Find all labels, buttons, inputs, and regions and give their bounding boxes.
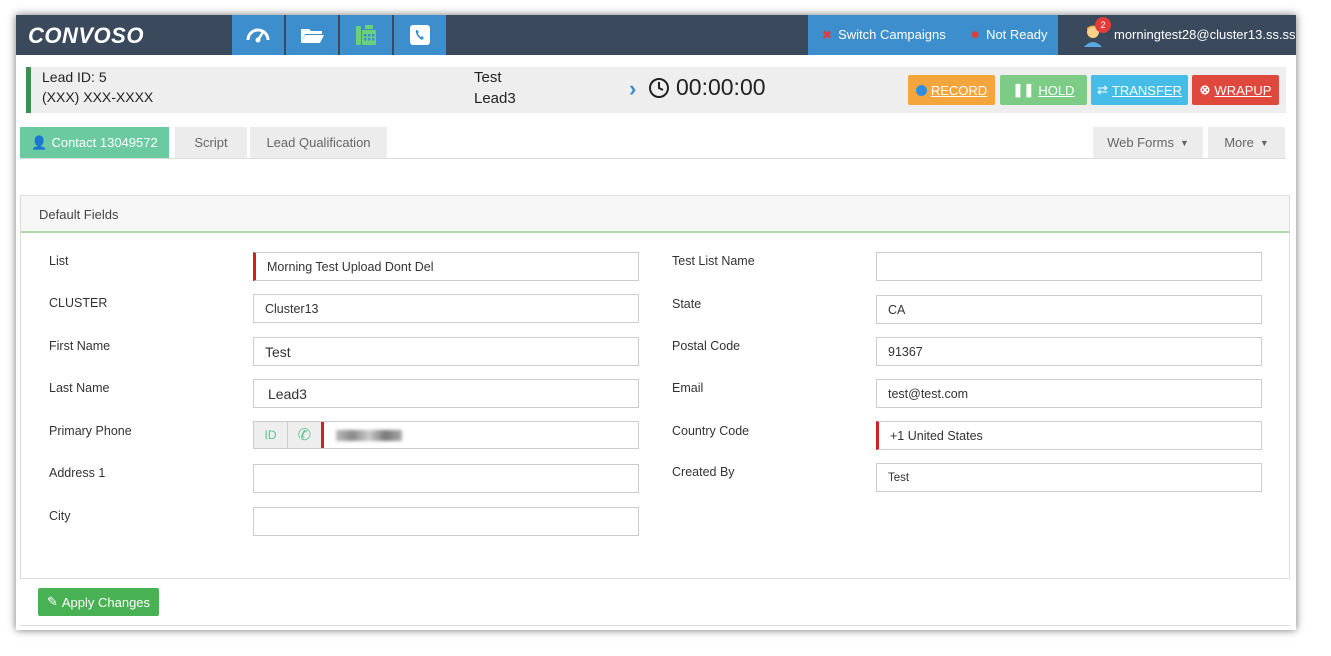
footer-divider [20, 625, 1290, 626]
chevron-right-icon: › [629, 76, 637, 101]
not-ready-status[interactable]: ✹ Not Ready [970, 27, 1047, 42]
tab-divider [20, 158, 1286, 159]
top-navbar: CONVOSO ✖ Switch Campaigns ✹ Not Ready 2 m… [16, 15, 1296, 55]
field-label-list: List [49, 254, 69, 268]
convoso-logo: CONVOSO [28, 23, 144, 48]
city-field[interactable] [253, 507, 639, 536]
lead-first-name: Test [474, 69, 502, 86]
panel-title: Default Fields [39, 207, 119, 222]
nav-actions: ✖ Switch Campaigns ✹ Not Ready [808, 15, 1058, 55]
lead-last-name: Lead3 [474, 90, 516, 107]
field-label-postal-code: Postal Code [672, 339, 741, 353]
created-by-field[interactable]: Test [876, 463, 1262, 492]
phone-call-icon[interactable]: ✆ [288, 422, 324, 448]
field-label-state: State [672, 297, 702, 311]
redacted-phone [336, 429, 402, 441]
hold-button[interactable]: ❚❚ HOLD [1000, 75, 1087, 105]
record-button[interactable]: RECORD [908, 75, 995, 105]
default-fields-panel: Default Fields List Morning Test Upload … [20, 195, 1290, 579]
folder-icon[interactable] [286, 15, 338, 55]
record-label: RECORD [930, 82, 988, 98]
dashboard-icon[interactable] [232, 15, 284, 55]
shuffle-icon: ⇄ [1097, 82, 1108, 97]
email-field[interactable]: test@test.com [876, 379, 1262, 408]
phone-book-icon[interactable] [394, 15, 446, 55]
tab-contact[interactable]: 👤 Contact 13049572 [20, 127, 169, 158]
first-name-field[interactable]: Test [253, 337, 639, 366]
record-dot-icon [915, 84, 927, 96]
wrapup-button[interactable]: ⊗ WRAPUP [1192, 75, 1279, 105]
country-code-field[interactable]: +1 United States [876, 421, 1262, 450]
edit-icon: ✎ [46, 594, 58, 609]
last-name-field[interactable]: Lead3 [253, 379, 639, 408]
list-field[interactable]: Morning Test Upload Dont Del [253, 252, 639, 281]
shuffle-icon: ✖ [822, 28, 833, 42]
apply-changes-label: Apply Changes [61, 594, 151, 610]
caret-down-icon: ▼ [1180, 137, 1189, 148]
call-timer: 00:00:00 [676, 74, 766, 100]
tab-lead-qualification[interactable]: Lead Qualification [250, 127, 387, 158]
transfer-button[interactable]: ⇄ TRANSFER [1091, 75, 1188, 105]
more-label: More [1224, 135, 1254, 150]
field-label-email: Email [672, 381, 704, 395]
field-label-country-code: Country Code [672, 424, 750, 438]
field-label-city: City [49, 509, 71, 523]
lead-phone: (XXX) XXX-XXXX [42, 89, 154, 105]
postal-code-field[interactable]: 91367 [876, 337, 1262, 366]
apply-changes-button[interactable]: ✎ Apply Changes [38, 588, 159, 616]
not-ready-label: Not Ready [986, 27, 1048, 42]
tab-contact-label: Contact 13049572 [51, 135, 158, 150]
user-email: morningtest28@cluster13.ss.ss [1114, 27, 1296, 42]
panel-header: Default Fields [21, 196, 1289, 233]
clock-icon [649, 78, 669, 98]
wrapup-label: WRAPUP [1214, 82, 1272, 98]
switch-campaigns-link[interactable]: ✖ Switch Campaigns [822, 27, 946, 42]
user-icon: 👤 [31, 134, 48, 150]
more-dropdown[interactable]: More ▼ [1208, 127, 1285, 158]
transfer-label: TRANSFER [1111, 82, 1182, 98]
web-forms-dropdown[interactable]: Web Forms ▼ [1093, 127, 1203, 158]
field-label-cluster: CLUSTER [49, 296, 108, 310]
field-label-test-list-name: Test List Name [672, 254, 755, 268]
field-label-last-name: Last Name [49, 381, 110, 395]
tab-script[interactable]: Script [175, 127, 247, 158]
primary-phone-field[interactable] [324, 422, 638, 448]
cluster-field[interactable]: Cluster13 [253, 294, 639, 323]
web-forms-label: Web Forms [1107, 135, 1174, 150]
address-1-field[interactable] [253, 464, 639, 493]
phone-keypad-icon[interactable] [340, 15, 392, 55]
field-label-first-name: First Name [49, 339, 111, 353]
field-label-primary-phone: Primary Phone [49, 424, 132, 438]
phone-id-button[interactable]: ID [254, 422, 288, 448]
hold-label: HOLD [1038, 82, 1075, 98]
call-bar: Lead ID: 5 (XXX) XXX-XXXX Test Lead3 › 0… [26, 67, 1286, 113]
field-label-address-1: Address 1 [49, 466, 106, 480]
test-list-name-field[interactable] [876, 252, 1262, 281]
caret-down-icon: ▼ [1259, 137, 1269, 148]
notification-badge: 2 [1095, 17, 1111, 33]
switch-campaigns-label: Switch Campaigns [838, 27, 946, 42]
state-field[interactable]: CA [876, 295, 1262, 324]
app-window: CONVOSO ✖ Switch Campaigns ✹ Not Ready 2 m… [16, 15, 1296, 630]
field-label-created-by: Created By [672, 465, 735, 479]
pause-icon: ❚❚ [1012, 82, 1035, 97]
primary-phone-group: ID ✆ [253, 421, 639, 449]
lead-id: Lead ID: 5 [42, 69, 107, 85]
status-gear-icon: ✹ [970, 28, 981, 42]
close-circle-icon: ⊗ [1199, 82, 1211, 97]
